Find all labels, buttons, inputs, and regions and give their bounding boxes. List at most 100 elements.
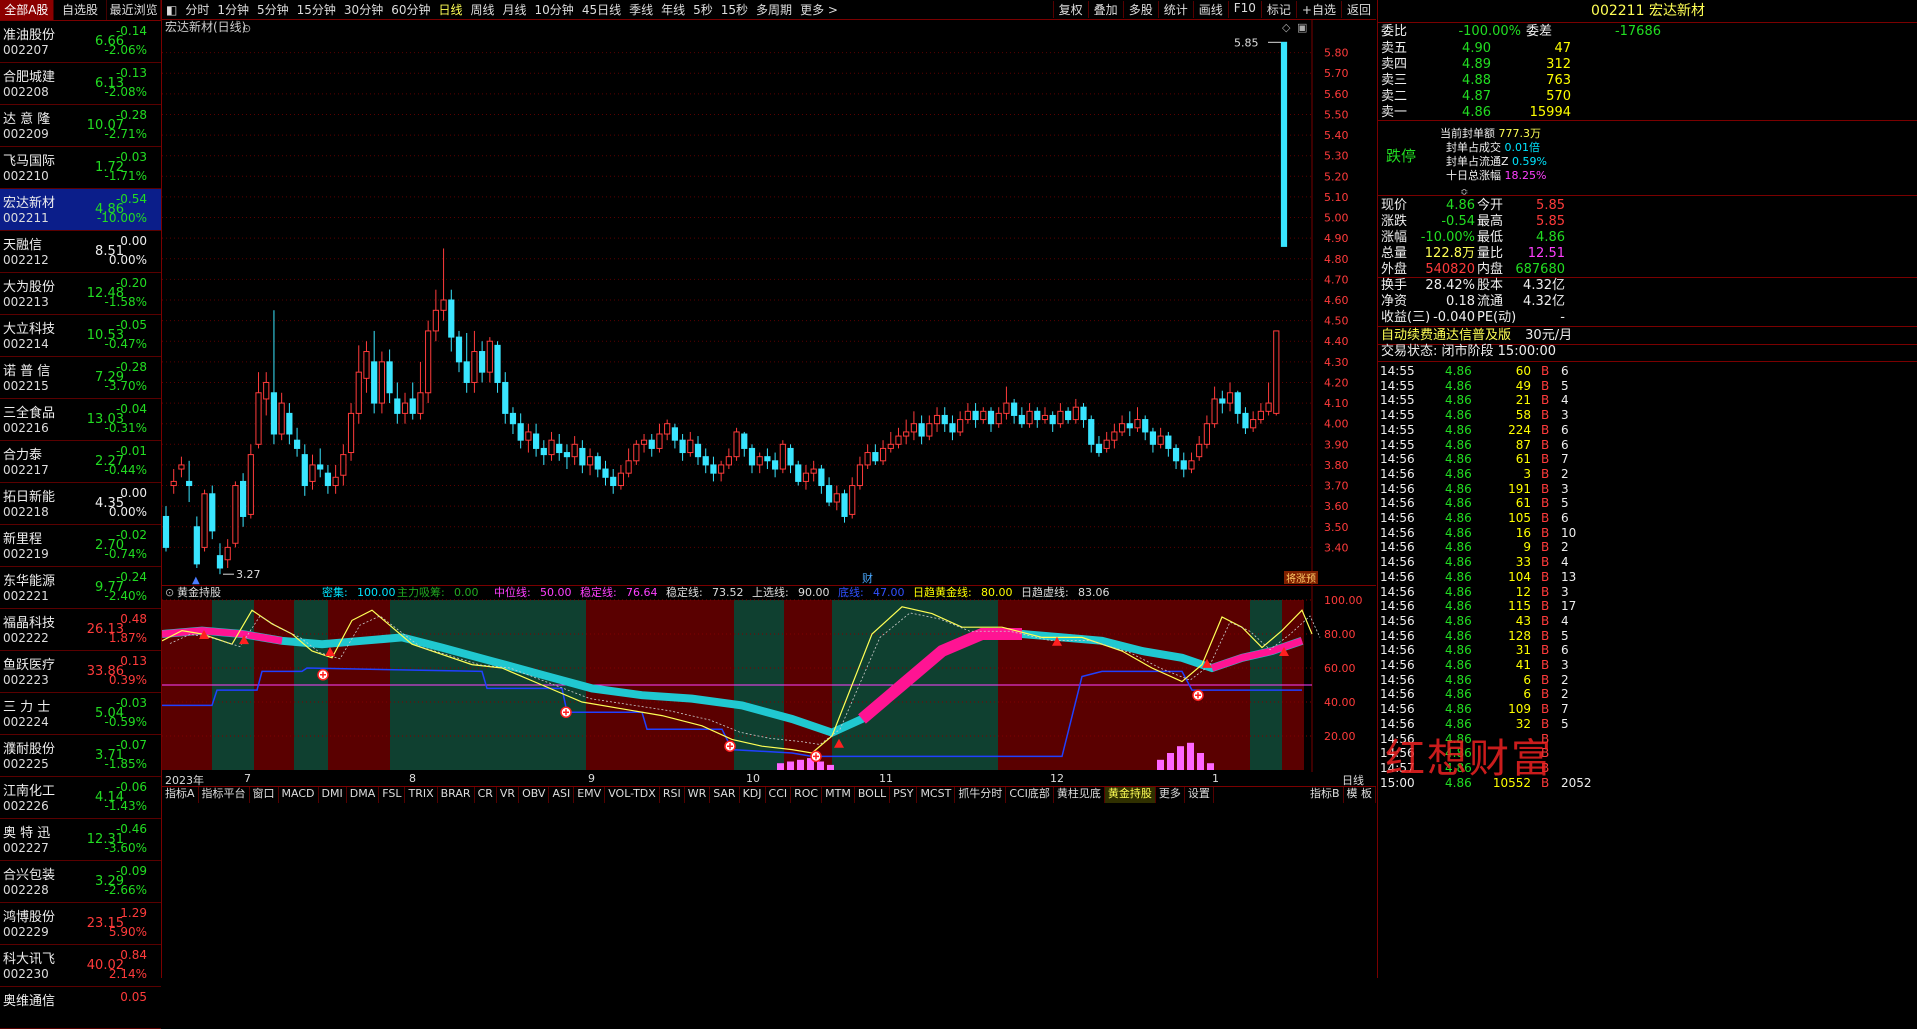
limit-marker[interactable]: 将涨预 — [1286, 573, 1316, 585]
period-tab[interactable]: 45日线 — [578, 1, 625, 18]
stock-row[interactable]: 鱼跃医疗 002223 33.86 0.13 0.39% — [0, 651, 161, 693]
indicator-tab[interactable]: MTM — [822, 787, 855, 803]
finance-marker[interactable]: 财 — [862, 571, 873, 585]
indicator-dropdown-icon[interactable]: ⊙ — [165, 586, 174, 599]
stock-row[interactable]: 新里程 002219 2.70 -0.02 -0.74% — [0, 525, 161, 567]
stock-row[interactable]: 大立科技 002214 10.53 -0.05 -0.47% — [0, 315, 161, 357]
template-button[interactable]: 模 板 — [1344, 787, 1376, 803]
indicator-tab[interactable]: PSY — [890, 787, 918, 803]
ask-row[interactable]: 卖一 4.86 15994 — [1381, 105, 1571, 121]
ask-row[interactable]: 卖三 4.88 763 — [1381, 73, 1571, 89]
indicator-tab[interactable]: WR — [685, 787, 711, 803]
indicator-tab[interactable]: 抓牛分时 — [955, 787, 1007, 803]
period-tab[interactable]: 分时 — [181, 1, 213, 18]
period-tab[interactable]: 60分钟 — [387, 1, 434, 18]
stock-row[interactable]: 合兴包装 002228 3.29 -0.09 -2.66% — [0, 861, 161, 903]
kline-chart[interactable]: 5.80 5.70 5.60 5.50 5.40 5.30 5.20 5.10 5.00 4.90… — [162, 20, 1376, 586]
toolbar-button[interactable]: 统计 — [1157, 1, 1193, 18]
indicator-tab[interactable]: SAR — [710, 787, 740, 803]
toolbar-button[interactable]: F10 — [1227, 1, 1261, 18]
stock-row[interactable]: 飞马国际 002210 1.72 -0.03 -1.71% — [0, 147, 161, 189]
indicator-tab[interactable]: BOLL — [855, 787, 891, 803]
stock-row[interactable]: 濮耐股份 002225 3.71 -0.07 -1.85% — [0, 735, 161, 777]
toolbar-button[interactable]: 返回 — [1340, 1, 1376, 18]
toolbar-button[interactable]: 标记 — [1260, 1, 1296, 18]
stock-row[interactable]: 奥维通信 0.05 — [0, 987, 161, 1029]
toolbar-toggle-icon[interactable]: ◧ — [162, 3, 181, 17]
window-icon[interactable]: ▣ — [1297, 21, 1307, 34]
stock-row[interactable]: 天融信 002212 8.51 0.00 0.00% — [0, 231, 161, 273]
period-tab[interactable]: 15分钟 — [293, 1, 340, 18]
tab-watchlist[interactable]: 自选股 — [54, 0, 108, 20]
indicator-tab[interactable]: RSI — [660, 787, 685, 803]
indicator-tab[interactable]: BRAR — [438, 787, 475, 803]
stock-row[interactable]: 福晶科技 002222 26.13 0.48 1.87% — [0, 609, 161, 651]
stock-row[interactable]: 大为股份 002213 12.48 -0.20 -1.58% — [0, 273, 161, 315]
stock-row[interactable]: 拓日新能 002218 4.35 0.00 0.00% — [0, 483, 161, 525]
indicator-tab[interactable]: FSL — [379, 787, 406, 803]
toolbar-button[interactable]: 叠加 — [1087, 1, 1123, 18]
tab-recent[interactable]: 最近浏览 — [107, 0, 162, 20]
indicator-tab[interactable]: 指标A — [162, 787, 199, 803]
stock-row[interactable]: 诺 普 信 002215 7.29 -0.28 -3.70% — [0, 357, 161, 399]
title-dropdown-icon[interactable]: ⊙ — [242, 22, 251, 35]
stock-row[interactable]: 宏达新材 002211 4.86 -0.54 -10.00% — [0, 189, 161, 231]
indicator-tab[interactable]: 设置 — [1185, 787, 1214, 803]
period-tab[interactable]: 日线 — [434, 1, 466, 18]
indicator-chart[interactable]: ⊙ 黄金持股 密集: 100.00 主力吸筹: 0.00 中位线: 50.00 稳定线: 76.6… — [162, 586, 1376, 772]
indicator-tab[interactable]: OBV — [519, 787, 550, 803]
diamond-icon[interactable]: ◇ — [1282, 21, 1291, 34]
stock-row[interactable]: 鸿博股份 002229 23.15 1.29 5.90% — [0, 903, 161, 945]
indicator-tab[interactable]: VR — [497, 787, 520, 803]
toolbar-button[interactable]: +自选 — [1295, 1, 1341, 18]
indicator-tab[interactable]: MCST — [917, 787, 956, 803]
indicator-tab[interactable]: CCI底部 — [1006, 787, 1054, 803]
period-tab[interactable]: 5秒 — [689, 1, 717, 18]
period-tab[interactable]: 多周期 — [752, 1, 796, 18]
ask-row[interactable]: 卖二 4.87 570 — [1381, 89, 1571, 105]
indicator-tab[interactable]: ASI — [549, 787, 575, 803]
stock-row[interactable]: 合肥城建 002208 6.13 -0.13 -2.08% — [0, 63, 161, 105]
template-button[interactable]: 指标B — [1307, 787, 1344, 803]
stock-row[interactable]: 合力泰 002217 2.27 -0.01 -0.44% — [0, 441, 161, 483]
period-tab[interactable]: 更多 > — [796, 1, 842, 18]
toolbar-button[interactable]: 画线 — [1192, 1, 1228, 18]
period-tab[interactable]: 季线 — [625, 1, 657, 18]
stock-row[interactable]: 三全食品 002216 13.03 -0.04 -0.31% — [0, 399, 161, 441]
indicator-tab[interactable]: 指标平台 — [199, 787, 250, 803]
indicator-tab[interactable]: 窗口 — [250, 787, 279, 803]
toolbar-button[interactable]: 多股 — [1122, 1, 1158, 18]
stock-row[interactable]: 准油股份 002207 6.66 -0.14 -2.06% — [0, 21, 161, 63]
indicator-tab[interactable]: 黄柱见底 — [1054, 787, 1105, 803]
indicator-tab[interactable]: VOL-TDX — [605, 787, 660, 803]
period-tab[interactable]: 1分钟 — [213, 1, 253, 18]
indicator-tab[interactable]: EMV — [574, 787, 606, 803]
stock-row[interactable]: 科大讯飞 002230 40.02 0.84 2.14% — [0, 945, 161, 987]
stock-row[interactable]: 东华能源 002221 9.77 -0.24 -2.40% — [0, 567, 161, 609]
period-tab[interactable]: 月线 — [499, 1, 531, 18]
indicator-tab[interactable]: DMA — [347, 787, 380, 803]
period-tab[interactable]: 10分钟 — [531, 1, 578, 18]
period-tab[interactable]: 年线 — [657, 1, 689, 18]
indicator-tab[interactable]: CR — [475, 787, 497, 803]
period-tab[interactable]: 5分钟 — [253, 1, 293, 18]
indicator-tab[interactable]: 黄金持股 — [1104, 787, 1156, 803]
stock-row[interactable]: 奥 特 迅 002227 12.31 -0.46 -3.60% — [0, 819, 161, 861]
period-tab[interactable]: 15秒 — [717, 1, 752, 18]
stock-row[interactable]: 江南化工 002226 4.14 -0.06 -1.43% — [0, 777, 161, 819]
indicator-tab[interactable]: KDJ — [740, 787, 766, 803]
period-tab[interactable]: 30分钟 — [340, 1, 387, 18]
ask-row[interactable]: 卖四 4.89 312 — [1381, 57, 1571, 73]
indicator-tab[interactable]: MACD — [279, 787, 319, 803]
indicator-tab[interactable]: TRIX — [405, 787, 438, 803]
indicator-tab[interactable]: CCI — [766, 787, 792, 803]
indicator-tab[interactable]: DMI — [319, 787, 347, 803]
period-tab[interactable]: 周线 — [467, 1, 499, 18]
ask-row[interactable]: 卖五 4.90 47 — [1381, 41, 1571, 57]
stock-row[interactable]: 三 力 士 002224 5.04 -0.03 -0.59% — [0, 693, 161, 735]
indicator-tab[interactable]: ROC — [791, 787, 823, 803]
stock-row[interactable]: 达 意 隆 002209 10.07 -0.28 -2.71% — [0, 105, 161, 147]
tab-all-a-shares[interactable]: 全部A股 — [0, 0, 54, 20]
indicator-tab[interactable]: 更多 — [1156, 787, 1185, 803]
toolbar-button[interactable]: 复权 — [1052, 1, 1088, 18]
